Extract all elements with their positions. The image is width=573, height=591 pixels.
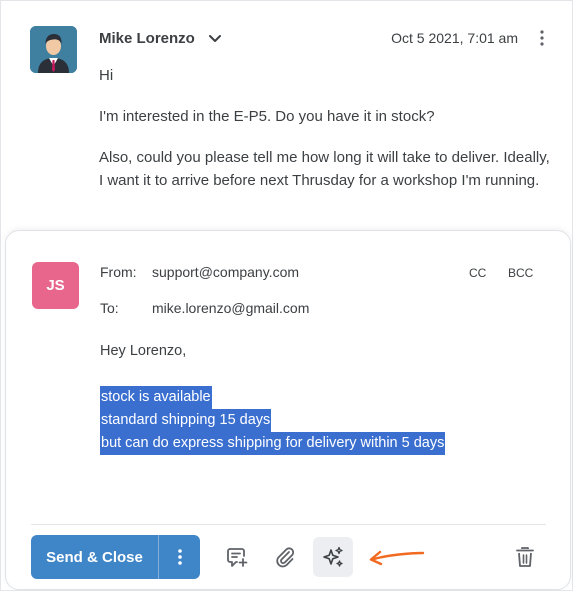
sender-avatar[interactable] xyxy=(30,26,77,73)
cc-button[interactable]: CC xyxy=(469,266,486,280)
sender-name: Mike Lorenzo xyxy=(99,30,195,47)
bcc-button[interactable]: BCC xyxy=(508,266,533,280)
discard-button[interactable] xyxy=(505,537,545,577)
more-vertical-icon xyxy=(177,549,182,565)
received-message: Mike Lorenzo Oct 5 2021, 7:01 am Hi I'm … xyxy=(1,1,573,241)
person-avatar-icon xyxy=(30,26,77,73)
toolbar-divider xyxy=(31,524,546,525)
ai-sparkle-icon xyxy=(323,546,343,567)
message-paragraph: Hi xyxy=(99,67,114,84)
attach-button[interactable] xyxy=(265,537,305,577)
message-paragraph: Also, could you please tell me how long … xyxy=(99,149,550,189)
template-add-icon xyxy=(227,548,248,567)
send-options-button[interactable] xyxy=(159,535,200,579)
paperclip-icon xyxy=(276,547,295,568)
message-date: Oct 5 2021, 7:01 am xyxy=(391,30,518,46)
from-label: From: xyxy=(100,264,137,280)
to-label: To: xyxy=(100,300,119,316)
ai-assist-button[interactable] xyxy=(313,537,353,577)
agent-avatar: JS xyxy=(32,262,79,309)
from-field[interactable]: support@company.com xyxy=(152,264,299,280)
annotation-arrow-icon xyxy=(369,550,425,566)
to-field[interactable]: mike.lorenzo@gmail.com xyxy=(152,300,309,316)
insert-template-button[interactable] xyxy=(217,537,257,577)
trash-icon xyxy=(516,547,534,567)
selected-text-line[interactable]: but can do express shipping for delivery… xyxy=(100,432,446,455)
more-vertical-icon[interactable] xyxy=(534,28,550,48)
email-thread-panel: Mike Lorenzo Oct 5 2021, 7:01 am Hi I'm … xyxy=(0,0,573,591)
reply-composer: JS From: support@company.com To: mike.lo… xyxy=(5,230,571,590)
reply-greeting[interactable]: Hey Lorenzo, xyxy=(100,343,186,359)
message-paragraph: I'm interested in the E-P5. Do you have … xyxy=(99,108,435,125)
send-close-button[interactable]: Send & Close xyxy=(31,535,159,579)
selected-text-line[interactable]: stock is available xyxy=(100,386,212,409)
selected-text-line[interactable]: standard shipping 15 days xyxy=(100,409,272,432)
chevron-down-icon[interactable] xyxy=(206,30,224,48)
send-close-button-group: Send & Close xyxy=(31,535,200,579)
